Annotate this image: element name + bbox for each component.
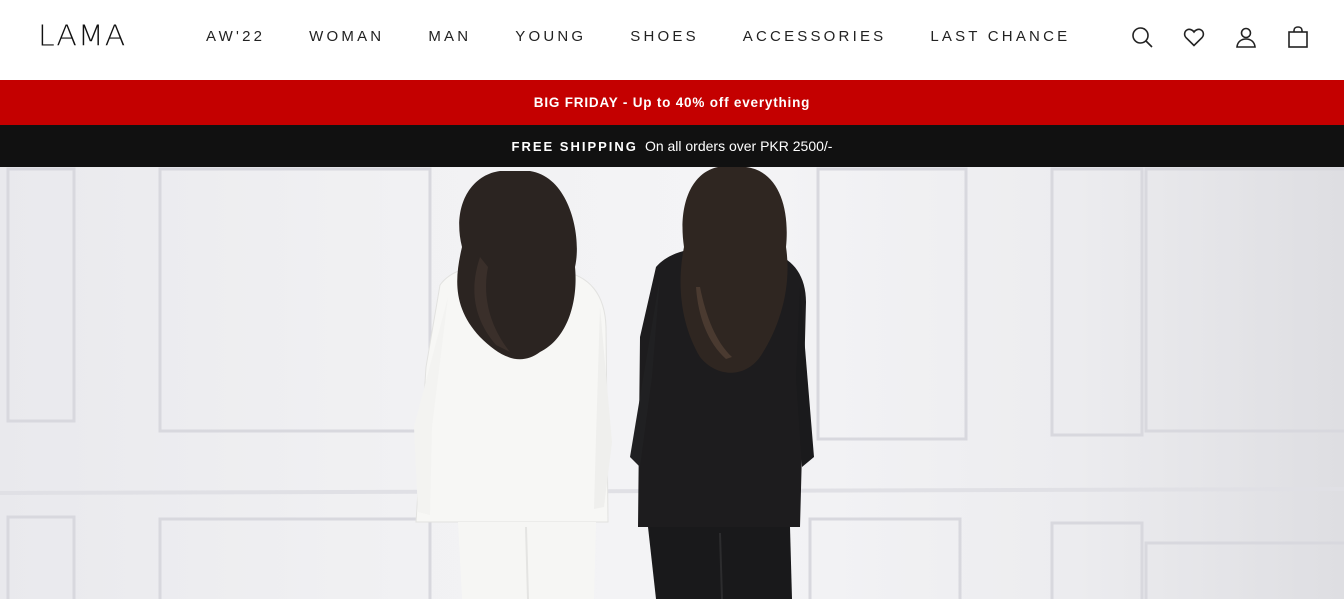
model-black-suit — [630, 167, 814, 599]
shipping-strong-text: FREE SHIPPING — [511, 138, 638, 154]
promo-sale-text: BIG FRIDAY - Up to 40% off everything — [533, 95, 811, 110]
nav-item-shoes[interactable]: SHOES — [614, 26, 699, 47]
brand-logo[interactable]: LAMA — [38, 19, 126, 52]
nav-item-woman[interactable]: WOMAN — [293, 26, 384, 47]
nav-item-man[interactable]: MAN — [412, 26, 471, 47]
heart-icon — [1183, 28, 1205, 47]
hero-illustration — [0, 167, 1344, 599]
nav-item-accessories[interactable]: ACCESSORIES — [727, 26, 887, 47]
nav-item-young[interactable]: YOUNG — [499, 26, 586, 47]
bag-icon — [1288, 26, 1308, 48]
search-button[interactable] — [1124, 20, 1160, 54]
header-icons — [1108, 20, 1316, 54]
main-nav: AW'22 WOMAN MAN YOUNG SHOES ACCESSORIES … — [190, 24, 1098, 48]
nav-item-aw22[interactable]: AW'22 — [190, 26, 265, 47]
wishlist-button[interactable] — [1176, 20, 1212, 54]
search-icon — [1132, 27, 1153, 48]
site-header: LAMA AW'22 WOMAN MAN YOUNG SHOES ACCESSO… — [0, 0, 1344, 80]
shipping-detail-text: On all orders over PKR 2500/- — [644, 138, 833, 154]
promo-banner-shipping: FREE SHIPPING On all orders over PKR 250… — [0, 125, 1344, 167]
cart-button[interactable] — [1280, 20, 1316, 54]
account-button[interactable] — [1228, 20, 1264, 54]
model-white-suit — [414, 171, 612, 599]
promo-banner-sale[interactable]: BIG FRIDAY - Up to 40% off everything — [0, 80, 1344, 125]
hero-image[interactable] — [0, 167, 1344, 599]
account-icon — [1236, 27, 1256, 48]
nav-item-last-chance[interactable]: LAST CHANCE — [914, 26, 1070, 47]
